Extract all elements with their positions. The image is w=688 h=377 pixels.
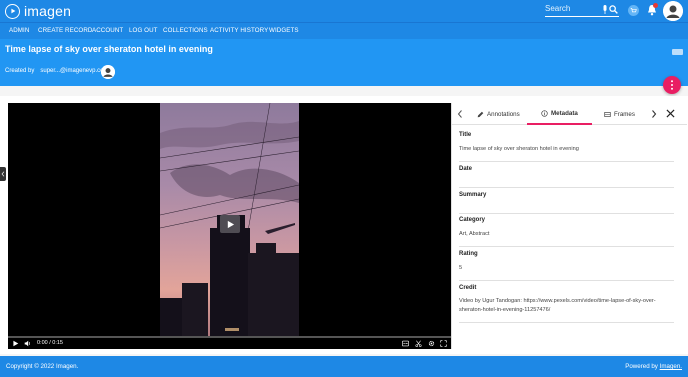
field-date: Date (459, 166, 674, 188)
nav-collections[interactable]: COLLECTIONS (163, 27, 208, 34)
search-input[interactable]: Search (545, 4, 570, 13)
field-summary-label: Summary (459, 192, 487, 198)
side-panel-toggle[interactable] (0, 167, 6, 181)
field-category-value: Art, Abstract (459, 231, 490, 237)
chevron-left-small-icon (1, 171, 5, 177)
volume-icon[interactable] (24, 340, 31, 347)
creator-avatar[interactable] (101, 65, 115, 79)
tab-annotations[interactable]: Annotations (477, 103, 520, 125)
created-by-user[interactable]: super...@imagenevp.com (40, 68, 108, 74)
powered-by-link[interactable]: Imagen. (660, 363, 682, 370)
field-title-label: Title (459, 132, 472, 138)
field-date-label: Date (459, 166, 473, 172)
more-vert-icon (671, 80, 673, 90)
copyright-text: Copyright © 2022 Imagen. (6, 363, 79, 370)
video-player[interactable]: 0:00 / 0:15 (8, 103, 451, 349)
more-actions-button[interactable] (663, 76, 681, 94)
progress-bar[interactable] (8, 336, 451, 338)
field-credit-value[interactable]: Video by Ugur Tandogan: https://www.pexe… (459, 297, 674, 315)
info-icon (541, 109, 548, 117)
field-rating-label: Rating (459, 251, 478, 257)
field-rating-value: 5 (459, 265, 463, 271)
nav-activity-history[interactable]: ACTIVITY HISTORY (210, 27, 268, 34)
created-by-label: Created by (5, 68, 35, 74)
tab-metadata-label: Metadata (551, 109, 578, 117)
play-icon (227, 220, 234, 228)
play-overlay-button[interactable] (220, 215, 240, 233)
tab-frames[interactable]: Frames (604, 103, 635, 125)
mic-icon[interactable] (602, 5, 608, 14)
main-nav: ADMIN CREATE RECORD ACCOUNT LOG OUT COLL… (0, 22, 688, 39)
footer: Copyright © 2022 Imagen. Powered by Imag… (0, 356, 688, 377)
scissors-icon[interactable] (415, 340, 422, 347)
notification-badge (653, 3, 658, 8)
app-bar: imagen Search (0, 0, 688, 22)
captions-icon[interactable] (402, 340, 409, 347)
search-icon[interactable] (609, 5, 618, 14)
fullscreen-icon[interactable] (440, 340, 447, 347)
layout-toggle-icon[interactable] (672, 49, 683, 55)
pencil-icon (477, 111, 484, 117)
nav-log-out[interactable]: LOG OUT (129, 27, 158, 34)
time-display: 0:00 / 0:15 (37, 340, 63, 346)
record-header: Time lapse of sky over sheraton hotel in… (0, 39, 688, 86)
nav-create-record[interactable]: CREATE RECORD (38, 27, 92, 34)
powered-by-label: Powered by (625, 363, 658, 370)
app-name: imagen (24, 3, 72, 19)
page-title: Time lapse of sky over sheraton hotel in… (5, 44, 213, 54)
powered-by: Powered by Imagen. (625, 363, 682, 370)
film-icon (604, 111, 611, 117)
chevron-right-icon[interactable] (651, 110, 657, 118)
created-by: Created by super...@imagenevp.com (5, 68, 108, 74)
panel-tabs: Annotations Metadata Frames (452, 103, 687, 125)
field-title: Title Time lapse of sky over sheraton ho… (459, 132, 674, 162)
nav-account[interactable]: ACCOUNT (92, 27, 123, 34)
field-rating: Rating 5 (459, 251, 674, 281)
player-controls: 0:00 / 0:15 (8, 336, 451, 349)
field-category: Category Art, Abstract (459, 217, 674, 247)
chevron-left-icon[interactable] (457, 110, 463, 118)
tab-metadata[interactable]: Metadata (527, 103, 592, 125)
search-bar[interactable]: Search (545, 4, 619, 17)
tab-frames-label: Frames (614, 110, 635, 118)
cart-icon[interactable] (628, 5, 639, 16)
nav-admin[interactable]: ADMIN (9, 27, 29, 34)
user-avatar[interactable] (663, 1, 683, 21)
play-button-icon[interactable] (12, 340, 19, 347)
field-title-value: Time lapse of sky over sheraton hotel in… (459, 146, 579, 152)
settings-gear-icon[interactable] (428, 340, 435, 347)
record-card: 0:00 / 0:15 Annotations Metadata Frames (0, 96, 688, 354)
field-credit-label: Credit (459, 285, 477, 291)
tab-annotations-label: Annotations (487, 110, 520, 118)
logo-play-icon (5, 3, 20, 19)
field-summary: Summary (459, 192, 674, 214)
field-credit: Credit Video by Ugur Tandogan: https://w… (459, 285, 674, 323)
logo[interactable]: imagen (5, 3, 71, 19)
close-icon[interactable] (666, 109, 675, 118)
details-panel: Annotations Metadata Frames Title Time l… (451, 103, 687, 349)
field-category-label: Category (459, 217, 486, 223)
nav-widgets[interactable]: WIDGETS (269, 27, 299, 34)
